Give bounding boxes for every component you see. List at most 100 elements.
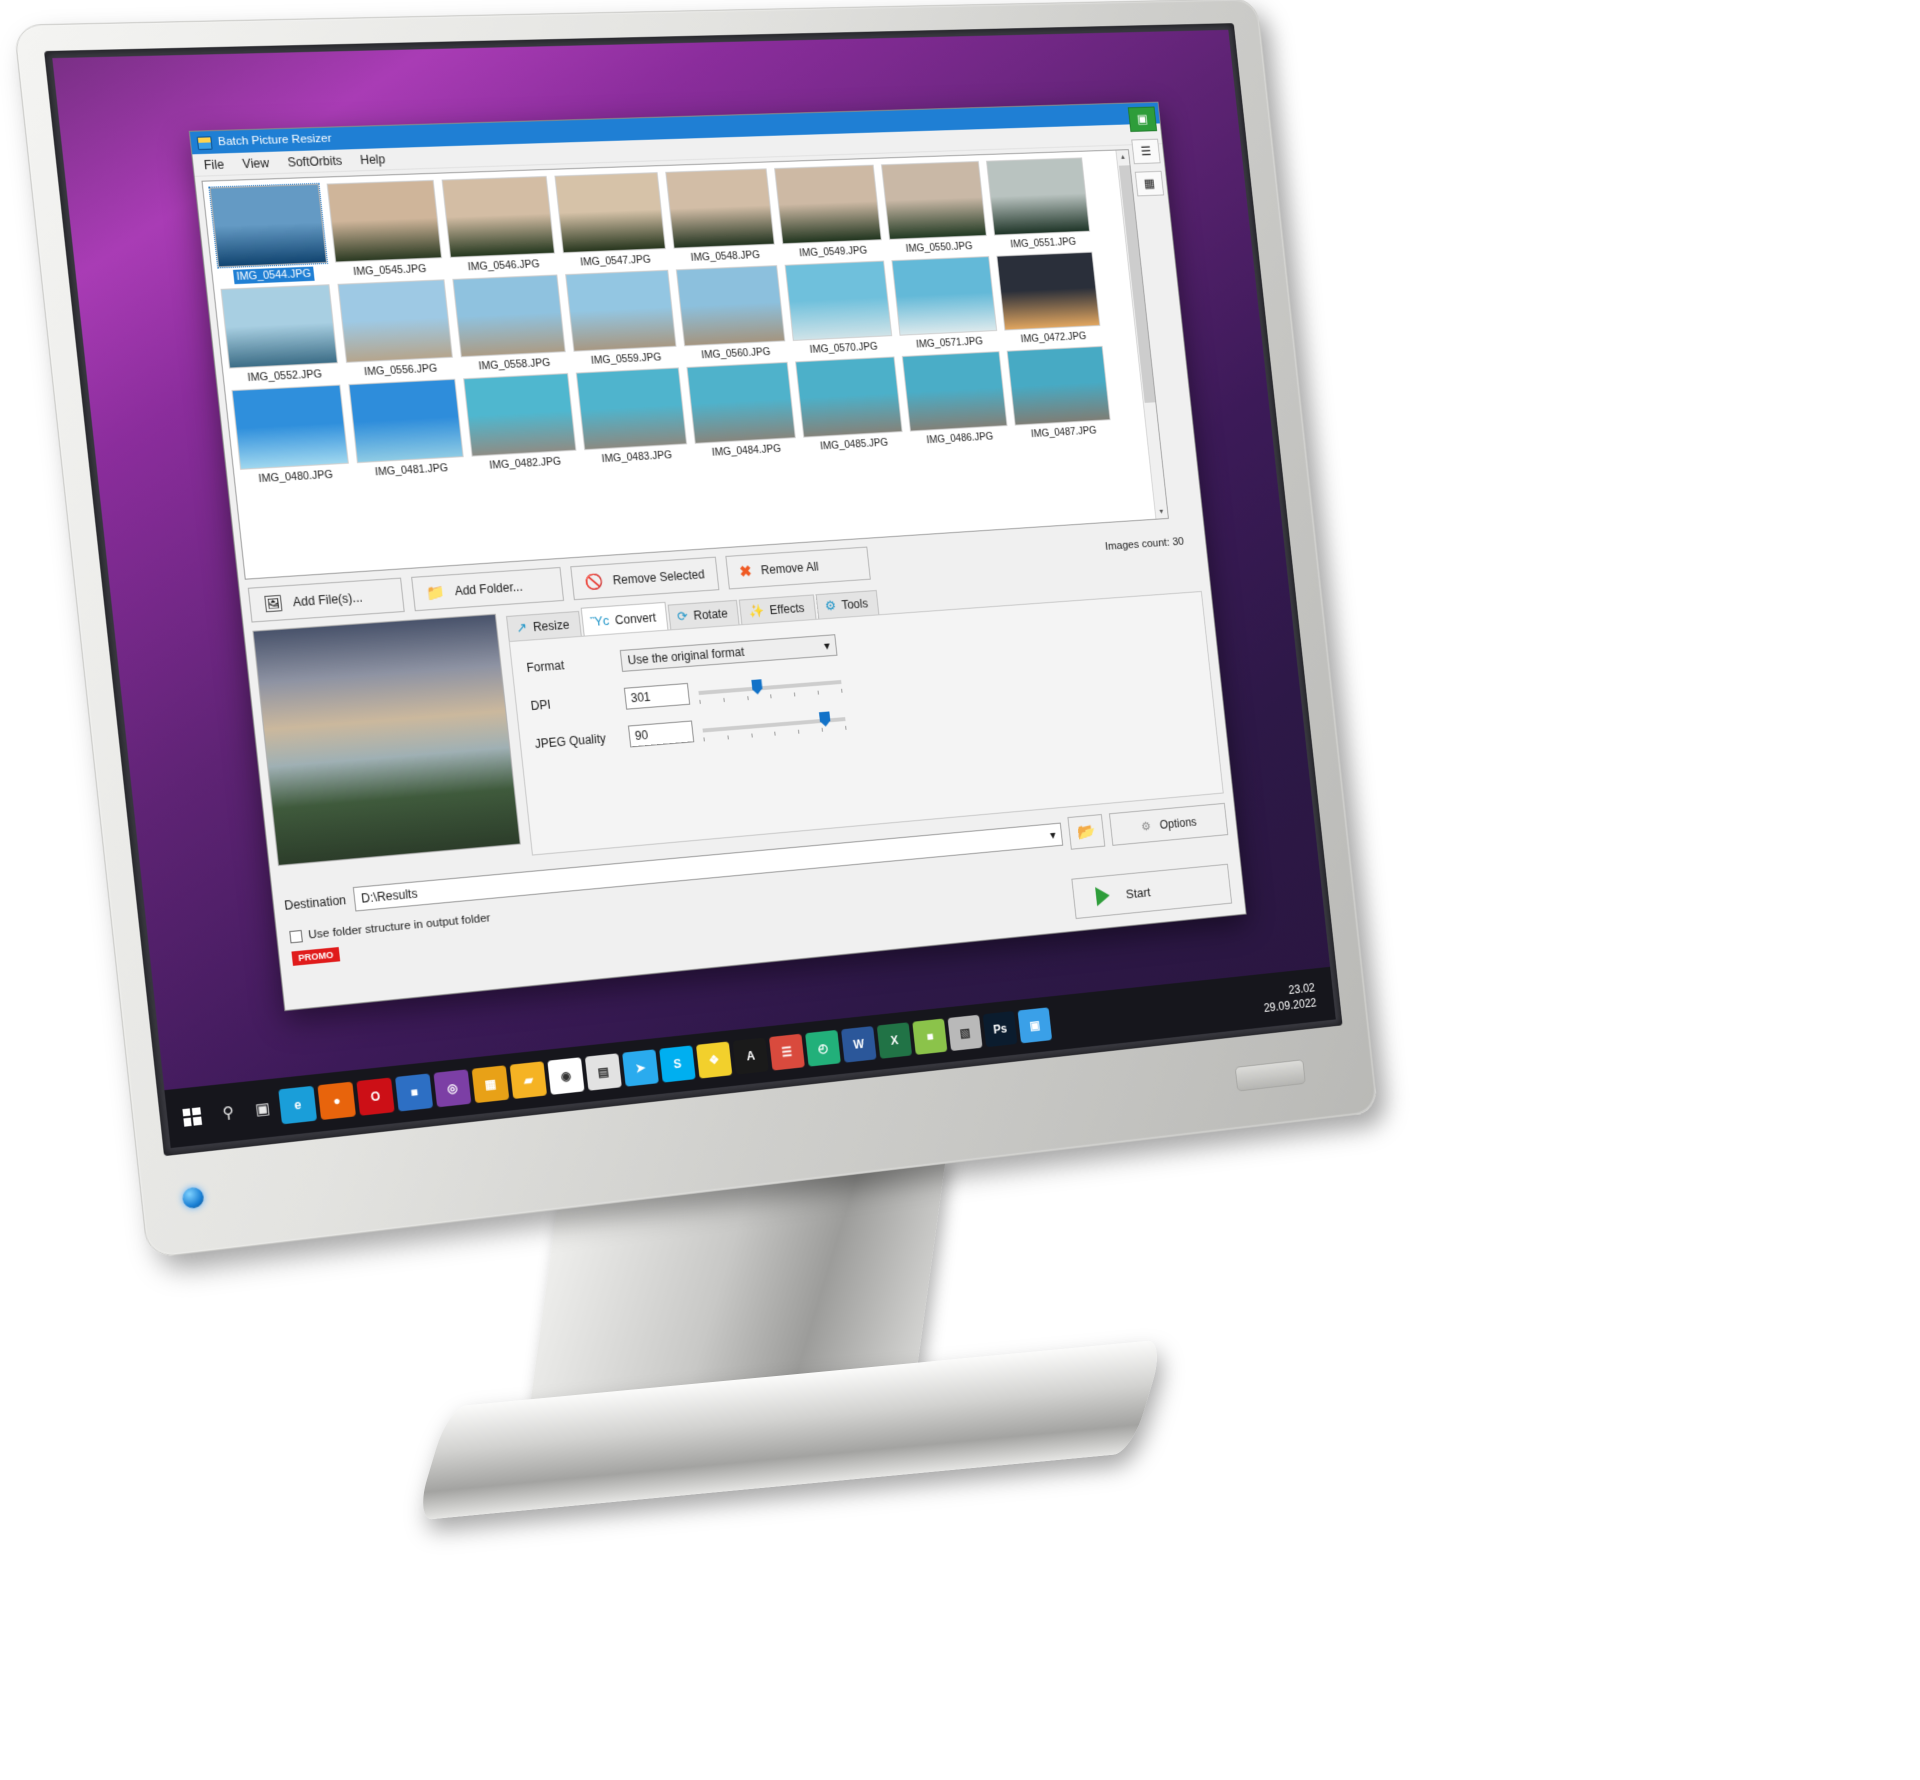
thumbnail-item[interactable]: IMG_0570.JPG (783, 260, 896, 357)
search-icon[interactable]: ⚲ (211, 1095, 246, 1129)
taskbar-app-file-explorer[interactable]: ▰ (509, 1061, 548, 1100)
monitor-osd-button[interactable] (1234, 1059, 1306, 1092)
taskbar-app-word[interactable]: W (841, 1026, 877, 1063)
thumbnail-item[interactable]: IMG_0480.JPG (229, 384, 352, 487)
thumbnail-list[interactable]: IMG_0544.JPG IMG_0545.JPG IMG_0546.JPG IMG_… (201, 149, 1169, 580)
thumbnail-label: IMG_0546.JPG (467, 258, 541, 274)
taskbar-app-vlc-purple[interactable]: ◎ (433, 1069, 472, 1108)
options-label: Options (1158, 815, 1198, 832)
thumbnail-label: IMG_0484.JPG (711, 442, 782, 459)
thumbnail-item[interactable]: IMG_0544.JPG (207, 182, 331, 285)
jpeg-slider-knob[interactable] (819, 711, 831, 726)
thumbnail-item[interactable]: IMG_0487.JPG (1005, 345, 1114, 442)
dpi-input[interactable]: 301 (623, 682, 691, 710)
menu-item-help[interactable]: Help (359, 152, 385, 167)
monitor-inner-bezel: Batch Picture Resizer File View SoftOrbi… (44, 23, 1343, 1157)
menu-item-view[interactable]: View (242, 155, 270, 170)
taskbar-app-photoshop[interactable]: Ps (982, 1011, 1018, 1048)
thumbnail-label: IMG_0544.JPG (232, 266, 315, 285)
taskbar-app-timer[interactable]: ◴ (805, 1029, 841, 1067)
format-select[interactable]: Use the original format ▾ (619, 634, 838, 672)
convert-picture-icon: Ὓc (589, 612, 611, 630)
thumbnail-image (675, 265, 786, 347)
app-icon (196, 135, 213, 150)
list-view-icon[interactable]: ☰ (1131, 138, 1161, 165)
thumbnail-item[interactable]: IMG_0485.JPG (793, 356, 906, 454)
menu-item-file[interactable]: File (203, 157, 225, 172)
thumbnail-item[interactable]: IMG_0560.JPG (674, 265, 789, 363)
taskbar-app-explorer-blue[interactable]: ■ (395, 1073, 434, 1112)
taskbar-app-notes[interactable]: ▦ (471, 1065, 510, 1104)
taskbar-app-reader[interactable]: ☰ (768, 1033, 805, 1071)
taskbar-app-photo-editor[interactable]: ❖ (695, 1041, 733, 1079)
details-view-icon[interactable]: ▦ (1134, 170, 1165, 197)
thumbnail-item[interactable]: IMG_0558.JPG (450, 274, 569, 374)
thumbnail-label: IMG_0548.JPG (690, 249, 761, 264)
thumbnail-label: IMG_0551.JPG (1009, 236, 1077, 251)
jpeg-quality-input[interactable]: 90 (627, 720, 695, 748)
taskbar-app-store[interactable]: ▤ (584, 1053, 622, 1091)
thumbnail-item[interactable]: IMG_0551.JPG (984, 157, 1093, 252)
thumbnail-item[interactable]: IMG_0548.JPG (663, 168, 778, 265)
taskbar-app-archiver[interactable]: ▧ (947, 1014, 983, 1052)
thumbnail-item[interactable]: IMG_0549.JPG (772, 164, 885, 261)
thumbnail-view-icon[interactable]: ▣ (1127, 106, 1158, 132)
dpi-slider-knob[interactable] (751, 679, 763, 695)
folder-structure-checkbox[interactable] (289, 929, 303, 944)
promo-badge[interactable]: PROMO (291, 947, 341, 966)
thumbnail-item[interactable]: IMG_0550.JPG (879, 161, 990, 256)
thumbnail-label: IMG_0480.JPG (257, 468, 334, 486)
menu-item-softorbits[interactable]: SoftOrbits (287, 153, 343, 169)
images-count-label: Images count: 30 (1104, 536, 1185, 553)
thumbnail-item[interactable]: IMG_0552.JPG (218, 284, 341, 386)
jpeg-quality-slider[interactable] (702, 708, 847, 742)
thumbnail-item[interactable]: IMG_0483.JPG (574, 367, 691, 467)
thumbnail-item[interactable]: IMG_0482.JPG (461, 373, 580, 474)
remove-all-button[interactable]: ✖ Remove All (725, 546, 871, 590)
windows-logo-icon[interactable] (172, 1097, 211, 1136)
task-view-icon[interactable]: ▣ (245, 1092, 279, 1126)
taskbar-app-excel[interactable]: X (876, 1022, 913, 1059)
thumbnail-item[interactable]: IMG_0484.JPG (685, 361, 800, 461)
taskbar-app-edge[interactable]: e (278, 1085, 318, 1125)
taskbar-app-paint[interactable]: ■ (912, 1018, 948, 1055)
taskbar-clock[interactable]: 23.02 29.09.2022 (1261, 978, 1329, 1015)
taskbar-app-batch-resizer[interactable]: ▣ (1017, 1007, 1053, 1044)
taskbar-app-skype[interactable]: S (659, 1045, 696, 1083)
taskbar-app-telegram[interactable]: ➤ (622, 1049, 659, 1087)
thumbnail-item[interactable]: IMG_0486.JPG (900, 351, 1011, 448)
thumbnail-item[interactable]: IMG_0481.JPG (346, 378, 467, 481)
thumbnail-image (575, 367, 688, 451)
thumbnail-image (1006, 345, 1111, 426)
jpeg-quality-label: JPEG Quality (534, 731, 607, 752)
taskbar-app-adobe[interactable]: A (732, 1037, 769, 1075)
thumbnail-item[interactable]: IMG_0547.JPG (552, 172, 669, 270)
thumbnail-label: IMG_0549.JPG (798, 244, 868, 260)
thumbnail-item[interactable]: IMG_0559.JPG (563, 269, 680, 369)
start-button[interactable]: Start (1071, 863, 1233, 920)
desktop-screen: Batch Picture Resizer File View SoftOrbi… (52, 29, 1336, 1149)
thumbnail-item[interactable]: IMG_0546.JPG (440, 175, 559, 275)
thumbnail-label: IMG_0552.JPG (246, 368, 323, 385)
add-folder-button[interactable]: 📁 Add Folder... (411, 566, 565, 612)
taskbar-app-chrome[interactable]: ◉ (547, 1057, 585, 1095)
destination-label: Destination (283, 892, 347, 913)
thumbnail-image (774, 164, 882, 245)
thumbnail-item[interactable]: IMG_0472.JPG (995, 251, 1104, 347)
taskbar-app-firefox[interactable]: ● (317, 1081, 357, 1121)
remove-selected-button[interactable]: 🚫 Remove Selected (570, 556, 720, 601)
thumbnail-image (452, 274, 566, 358)
thumbnail-label: IMG_0570.JPG (809, 340, 879, 356)
thumbnail-item[interactable]: IMG_0556.JPG (335, 279, 456, 380)
browse-folder-button[interactable]: 📂 (1067, 814, 1106, 850)
scroll-up-icon[interactable]: ▲ (1116, 150, 1130, 164)
dpi-slider[interactable] (697, 671, 843, 704)
thumbnail-label: IMG_0487.JPG (1030, 424, 1098, 441)
thumbnail-label: IMG_0481.JPG (374, 462, 449, 479)
thumbnail-image (986, 157, 1091, 236)
thumbnail-item[interactable]: IMG_0571.JPG (890, 256, 1001, 352)
scroll-down-icon[interactable]: ▼ (1154, 504, 1168, 519)
add-files-button[interactable]: 🖼 Add File(s)... (247, 577, 405, 623)
thumbnail-item[interactable]: IMG_0545.JPG (325, 179, 446, 280)
taskbar-app-opera[interactable]: O (356, 1077, 395, 1116)
